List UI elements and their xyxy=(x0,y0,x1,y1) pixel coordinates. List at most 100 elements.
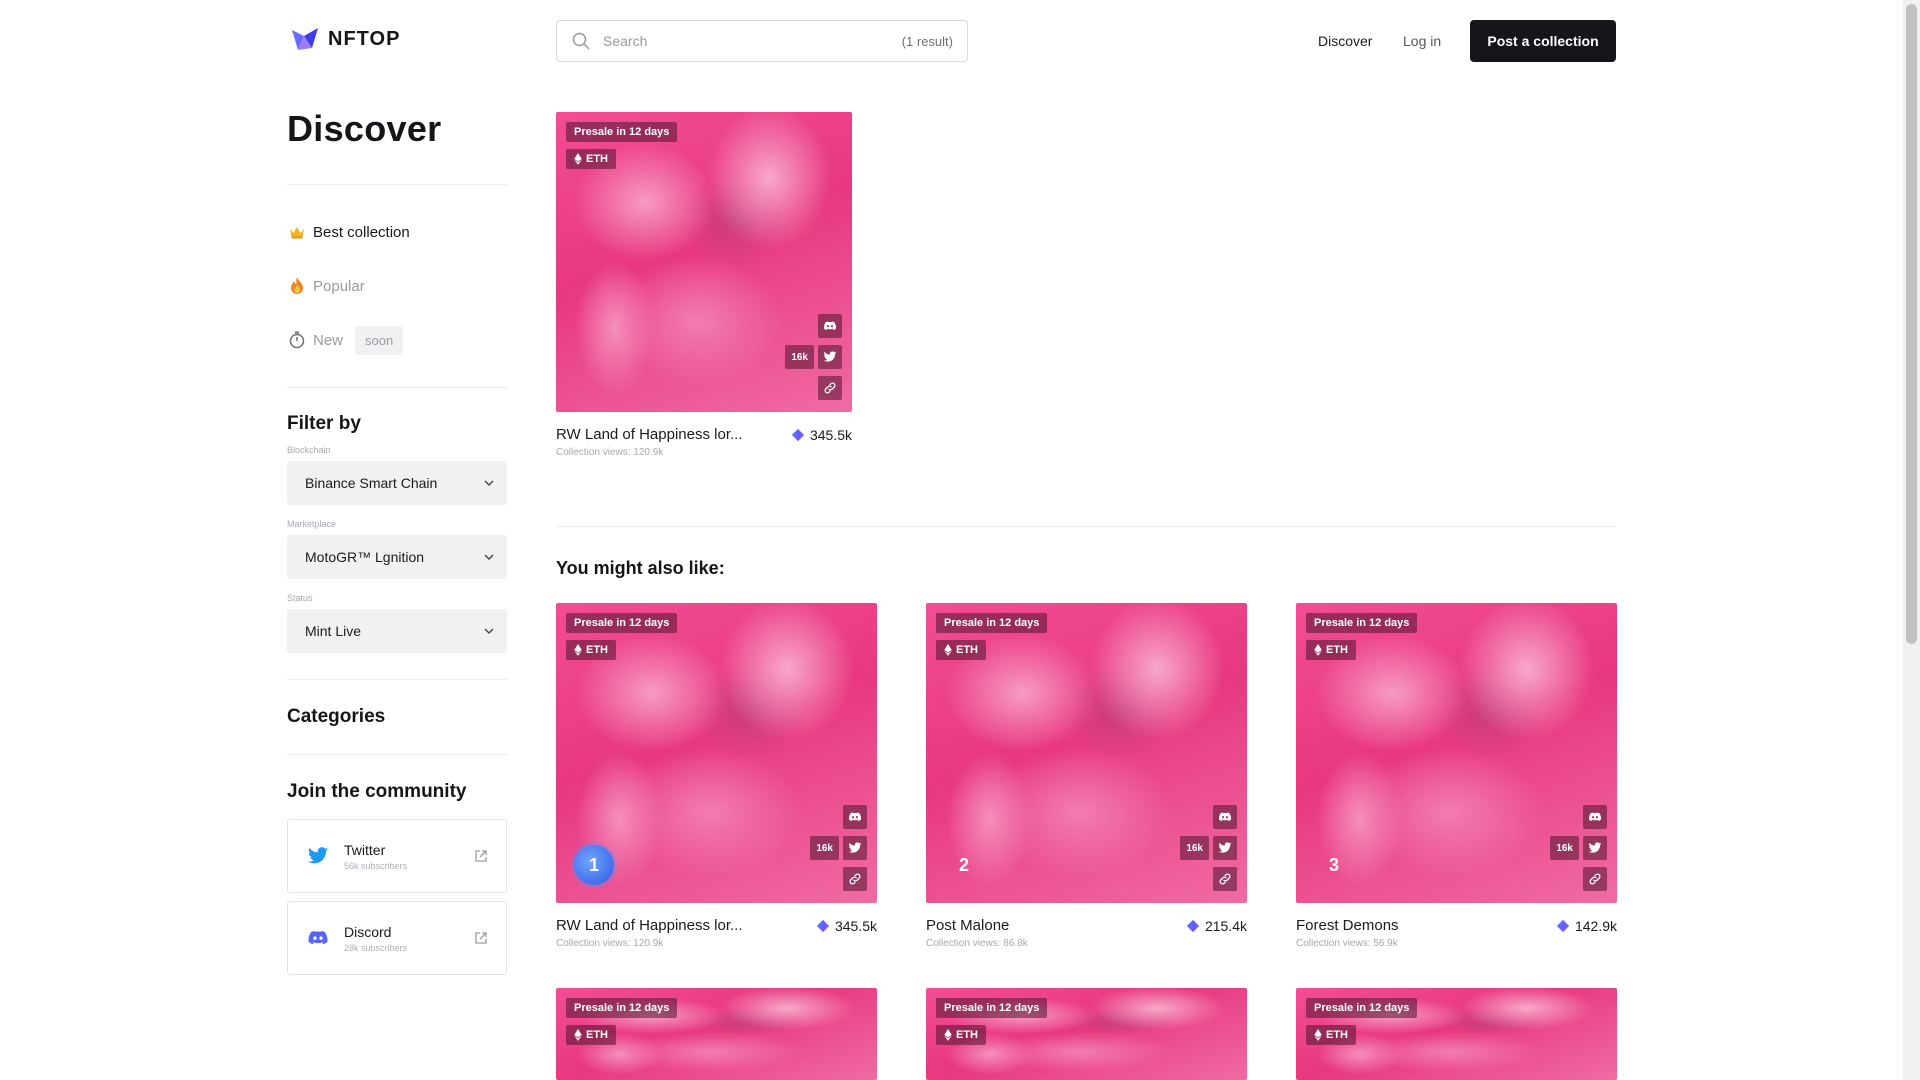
categories-title[interactable]: Categories xyxy=(287,706,507,728)
gem-icon xyxy=(816,919,830,933)
page-title: Discover xyxy=(287,108,442,149)
collection-name[interactable]: RW Land of Happiness lor... xyxy=(556,917,743,934)
collection-name[interactable]: RW Land of Happiness lor... xyxy=(556,426,743,443)
status-select[interactable]: Mint Live xyxy=(287,609,507,653)
presale-badge: Presale in 12 days xyxy=(1306,998,1418,1018)
search-result-count: (1 result) xyxy=(901,33,953,49)
website-link[interactable] xyxy=(1583,867,1607,891)
sidebar-item-new[interactable]: New soon xyxy=(287,313,507,367)
discord-icon xyxy=(308,930,328,945)
collection-name[interactable]: Post Malone xyxy=(926,917,1009,934)
twitter-link[interactable] xyxy=(843,836,867,860)
eth-icon xyxy=(574,1029,582,1041)
link-icon xyxy=(848,872,862,886)
discord-link[interactable] xyxy=(843,805,867,829)
community-twitter-card[interactable]: Twitter 56k subscribers xyxy=(287,819,507,893)
link-icon xyxy=(823,381,837,395)
website-link[interactable] xyxy=(1213,867,1237,891)
sidebar-nav: Best collection Popular New soon xyxy=(287,205,507,367)
presale-badge: Presale in 12 days xyxy=(566,122,678,142)
sidebar-item-best-collection[interactable]: Best collection xyxy=(287,205,507,259)
logo[interactable]: NFTOP xyxy=(290,26,400,52)
blockchain-select[interactable]: Binance Smart Chain xyxy=(287,461,507,505)
rank-badge: 3 xyxy=(1328,854,1339,875)
collection-card: Presale in 12 days ETH xyxy=(1296,988,1617,1080)
post-collection-button[interactable]: Post a collection xyxy=(1470,20,1616,62)
discord-link[interactable] xyxy=(1213,805,1237,829)
eth-icon xyxy=(574,644,582,656)
presale-badge: Presale in 12 days xyxy=(566,613,678,633)
chain-label: ETH xyxy=(956,644,978,656)
search-input[interactable] xyxy=(601,32,902,50)
twitter-count: 16k xyxy=(810,836,839,860)
collection-image[interactable]: Presale in 12 days ETH 16k xyxy=(556,112,852,412)
presale-badge: Presale in 12 days xyxy=(936,613,1048,633)
rank-badge: 1 xyxy=(574,845,614,885)
scrollbar[interactable] xyxy=(1903,0,1920,1080)
card-meta: Post Malone 215.4k xyxy=(926,917,1247,934)
value-text: 345.5k xyxy=(834,917,877,934)
discord-link[interactable] xyxy=(818,314,842,338)
value-text: 215.4k xyxy=(1204,917,1247,934)
discord-link[interactable] xyxy=(1583,805,1607,829)
twitter-link[interactable] xyxy=(1213,836,1237,860)
filter-label-blockchain: Blockchain xyxy=(287,445,331,455)
community-discord-card[interactable]: Discord 28k subscribers xyxy=(287,901,507,975)
collection-name[interactable]: Forest Demons xyxy=(1296,917,1399,934)
select-value: Mint Live xyxy=(305,623,362,639)
nav-discover[interactable]: Discover xyxy=(1318,33,1372,49)
sidebar-item-label: New xyxy=(313,331,344,349)
external-link-icon xyxy=(475,932,487,944)
collection-views: Collection views: 56.9k xyxy=(1296,938,1398,949)
chain-badge: ETH xyxy=(566,149,616,169)
collection-image[interactable]: Presale in 12 days ETH 2 16k xyxy=(926,603,1247,903)
twitter-link[interactable] xyxy=(818,345,842,369)
collection-value: 142.9k xyxy=(1556,918,1617,934)
community-title: Join the community xyxy=(287,781,467,802)
collection-image[interactable]: Presale in 12 days ETH 3 16k xyxy=(1296,603,1617,903)
twitter-icon xyxy=(307,847,329,864)
value-text: 345.5k xyxy=(809,426,852,443)
collection-image[interactable]: Presale in 12 days ETH xyxy=(556,988,877,1080)
eth-icon xyxy=(944,1029,952,1041)
stopwatch-icon xyxy=(287,331,307,349)
chain-label: ETH xyxy=(586,644,608,656)
divider xyxy=(287,387,507,388)
collection-views: Collection views: 120.9k xyxy=(556,938,664,949)
chain-badge: ETH xyxy=(566,1025,616,1045)
search-icon xyxy=(572,32,590,50)
gem-icon xyxy=(791,428,805,442)
sidebar-item-label: Best collection xyxy=(313,223,410,241)
logo-icon xyxy=(292,28,318,50)
chevron-down-icon xyxy=(484,480,494,486)
soon-badge: soon xyxy=(355,325,404,355)
chain-badge: ETH xyxy=(1306,640,1356,660)
discord-icon xyxy=(1218,810,1232,824)
divider xyxy=(287,754,507,755)
sidebar: Discover Best collection Popular New soo… xyxy=(287,108,507,983)
collection-image[interactable]: Presale in 12 days ETH xyxy=(926,988,1247,1080)
select-value: Binance Smart Chain xyxy=(305,475,438,491)
collection-value: 345.5k xyxy=(791,427,852,443)
filter-title: Filter by xyxy=(287,413,361,434)
chain-label: ETH xyxy=(586,1029,608,1041)
nav-login[interactable]: Log in xyxy=(1403,33,1441,49)
chevron-down-icon xyxy=(484,628,494,634)
card-meta: Forest Demons 142.9k xyxy=(1296,917,1617,934)
presale-badge: Presale in 12 days xyxy=(566,998,678,1018)
collection-image[interactable]: Presale in 12 days ETH xyxy=(1296,988,1617,1080)
collection-card: Presale in 12 days ETH 1 16k RW Land of … xyxy=(556,603,877,949)
chain-label: ETH xyxy=(586,153,608,165)
search-bar[interactable]: (1 result) xyxy=(556,20,968,62)
marketplace-select[interactable]: MotoGR™ Lgnition xyxy=(287,535,507,579)
collection-image[interactable]: Presale in 12 days ETH 1 16k xyxy=(556,603,877,903)
website-link[interactable] xyxy=(843,867,867,891)
sidebar-item-popular[interactable]: Popular xyxy=(287,259,507,313)
scrollbar-thumb[interactable] xyxy=(1906,4,1917,644)
twitter-link[interactable] xyxy=(1583,836,1607,860)
collection-card: Presale in 12 days ETH xyxy=(556,988,877,1080)
discord-icon xyxy=(848,810,862,824)
eth-icon xyxy=(944,644,952,656)
website-link[interactable] xyxy=(818,376,842,400)
chain-label: ETH xyxy=(956,1029,978,1041)
